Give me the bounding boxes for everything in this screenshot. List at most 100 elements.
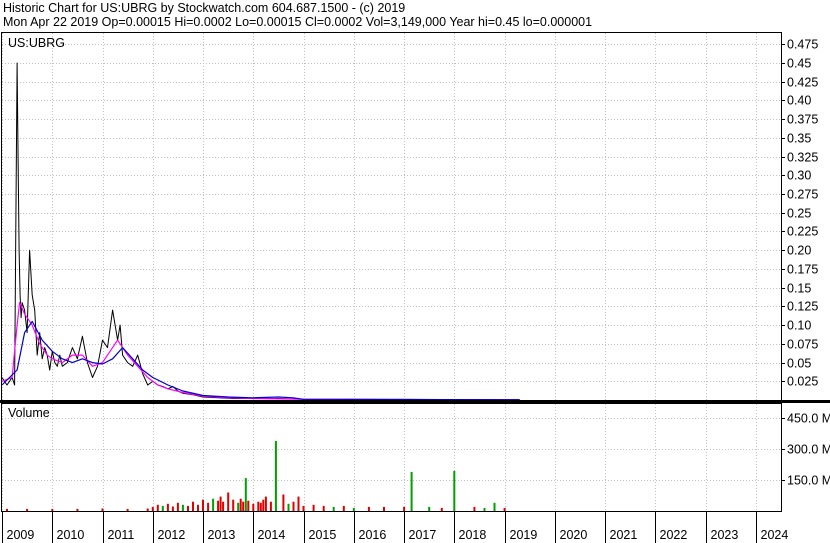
volume-label: Volume (8, 406, 50, 420)
volume-bar (51, 508, 54, 511)
volume-bar (101, 508, 104, 511)
volume-bar (151, 506, 154, 511)
year-tick-label: 2018 (459, 528, 487, 542)
year-tick-label: 2020 (560, 528, 588, 542)
volume-bar (312, 504, 315, 511)
price-tick-label: 0.425 (787, 76, 818, 90)
volume-bar (242, 501, 245, 511)
volume-bar (367, 506, 370, 511)
volume-bar (237, 502, 240, 511)
volume-bar (146, 508, 149, 511)
volume-bar (244, 478, 247, 511)
price-tick-label: 0.35 (787, 132, 811, 146)
price-tick-label: 0.275 (787, 188, 818, 202)
price-tick-label: 0.45 (787, 57, 811, 71)
volume-bar (227, 492, 230, 511)
price-tick-label: 0.325 (787, 151, 818, 165)
volume-bar (212, 498, 215, 511)
year-tick-label: 2023 (711, 528, 739, 542)
price-tick-label: 0.475 (787, 38, 818, 52)
time-axis: 2009 2010 2011 2012 2013 2014 2015 2016 2017 2018… (2, 512, 789, 543)
volume-bar (428, 506, 431, 511)
volume-bar (440, 507, 443, 511)
volume-bar (6, 508, 8, 511)
year-tick-label: 2013 (208, 528, 236, 542)
year-tick-label: 2014 (258, 528, 286, 542)
volume-bar (219, 496, 222, 511)
year-tick-label: 2019 (510, 528, 538, 542)
year-tick-label: 2015 (309, 528, 337, 542)
volume-bar (247, 500, 250, 511)
price-tick-label: 0.10 (787, 319, 811, 333)
historic-chart: US:UBRG 0.025 0.05 0.075 0.10 0.125 0.15 0.175… (0, 32, 830, 543)
volume-bar (282, 494, 285, 511)
volume-bar (257, 501, 260, 511)
volume-bar (161, 505, 164, 511)
symbol-label: US:UBRG (8, 36, 65, 50)
volume-axis: 150.0 M 300.0 M 450.0 M (781, 412, 830, 488)
volume-bar (187, 505, 189, 511)
price-tick-label: 0.125 (787, 300, 818, 314)
volume-bar (292, 501, 295, 511)
price-tick-label: 0.225 (787, 225, 818, 239)
panel-separator (0, 400, 830, 403)
volume-bar (252, 503, 255, 511)
year-tick-label: 2016 (359, 528, 387, 542)
price-tick-label: 0.175 (787, 263, 818, 277)
price-tick-label: 0.25 (787, 207, 811, 221)
price-tick-label: 0.075 (787, 338, 818, 352)
volume-bar (26, 508, 29, 511)
volume-bar (166, 503, 169, 511)
year-tick-label: 2017 (409, 528, 437, 542)
year-tick-label: 2022 (660, 528, 688, 542)
volume-bar (302, 505, 305, 511)
volume-bar (410, 471, 413, 511)
volume-bar (503, 507, 506, 511)
volume-tick-label: 300.0 M (787, 443, 830, 457)
volume-bar (76, 508, 79, 511)
price-axis: 0.025 0.05 0.075 0.10 0.125 0.15 0.175 0.20 0.22… (781, 38, 818, 389)
year-tick-label: 2010 (57, 528, 85, 542)
volume-bar (453, 470, 456, 511)
price-tick-label: 0.40 (787, 94, 811, 108)
price-tick-label: 0.30 (787, 169, 811, 183)
volume-bar (192, 501, 194, 511)
volume-bar (269, 501, 272, 511)
price-panel (1, 32, 782, 401)
volume-bar (287, 503, 290, 511)
volume-bar (202, 499, 204, 511)
price-tick-label: 0.20 (787, 244, 811, 258)
volume-bar (217, 500, 220, 511)
price-tick-label: 0.15 (787, 282, 811, 296)
volume-bar (197, 504, 199, 511)
volume-bar (232, 499, 235, 511)
year-tick-label: 2011 (108, 528, 135, 542)
volume-bar (342, 505, 345, 511)
volume-bar (176, 502, 179, 511)
year-tick-label: 2009 (7, 528, 35, 542)
volume-bar (332, 506, 335, 511)
volume-bar (259, 502, 262, 511)
volume-bar (473, 506, 476, 511)
price-tick-label: 0.375 (787, 113, 818, 127)
volume-bar (171, 506, 174, 511)
volume-bar (483, 507, 486, 511)
volume-bar (403, 506, 406, 511)
volume-bar (322, 505, 325, 511)
year-tick-label: 2012 (158, 528, 186, 542)
year-tick-label: 2024 (761, 528, 789, 542)
volume-tick-label: 150.0 M (787, 474, 830, 488)
price-tick-label: 0.025 (787, 375, 818, 389)
volume-bar (264, 496, 267, 511)
year-tick-label: 2021 (610, 528, 638, 542)
volume-bar (207, 502, 210, 511)
volume-bar (383, 506, 385, 511)
volume-bar (126, 508, 129, 511)
volume-bar (493, 502, 496, 511)
volume-bar (156, 504, 159, 511)
volume-bar (274, 441, 277, 511)
volume-bar (262, 499, 265, 511)
volume-tick-label: 450.0 M (787, 412, 830, 426)
volume-bar (222, 501, 225, 511)
volume-bar (297, 496, 300, 511)
